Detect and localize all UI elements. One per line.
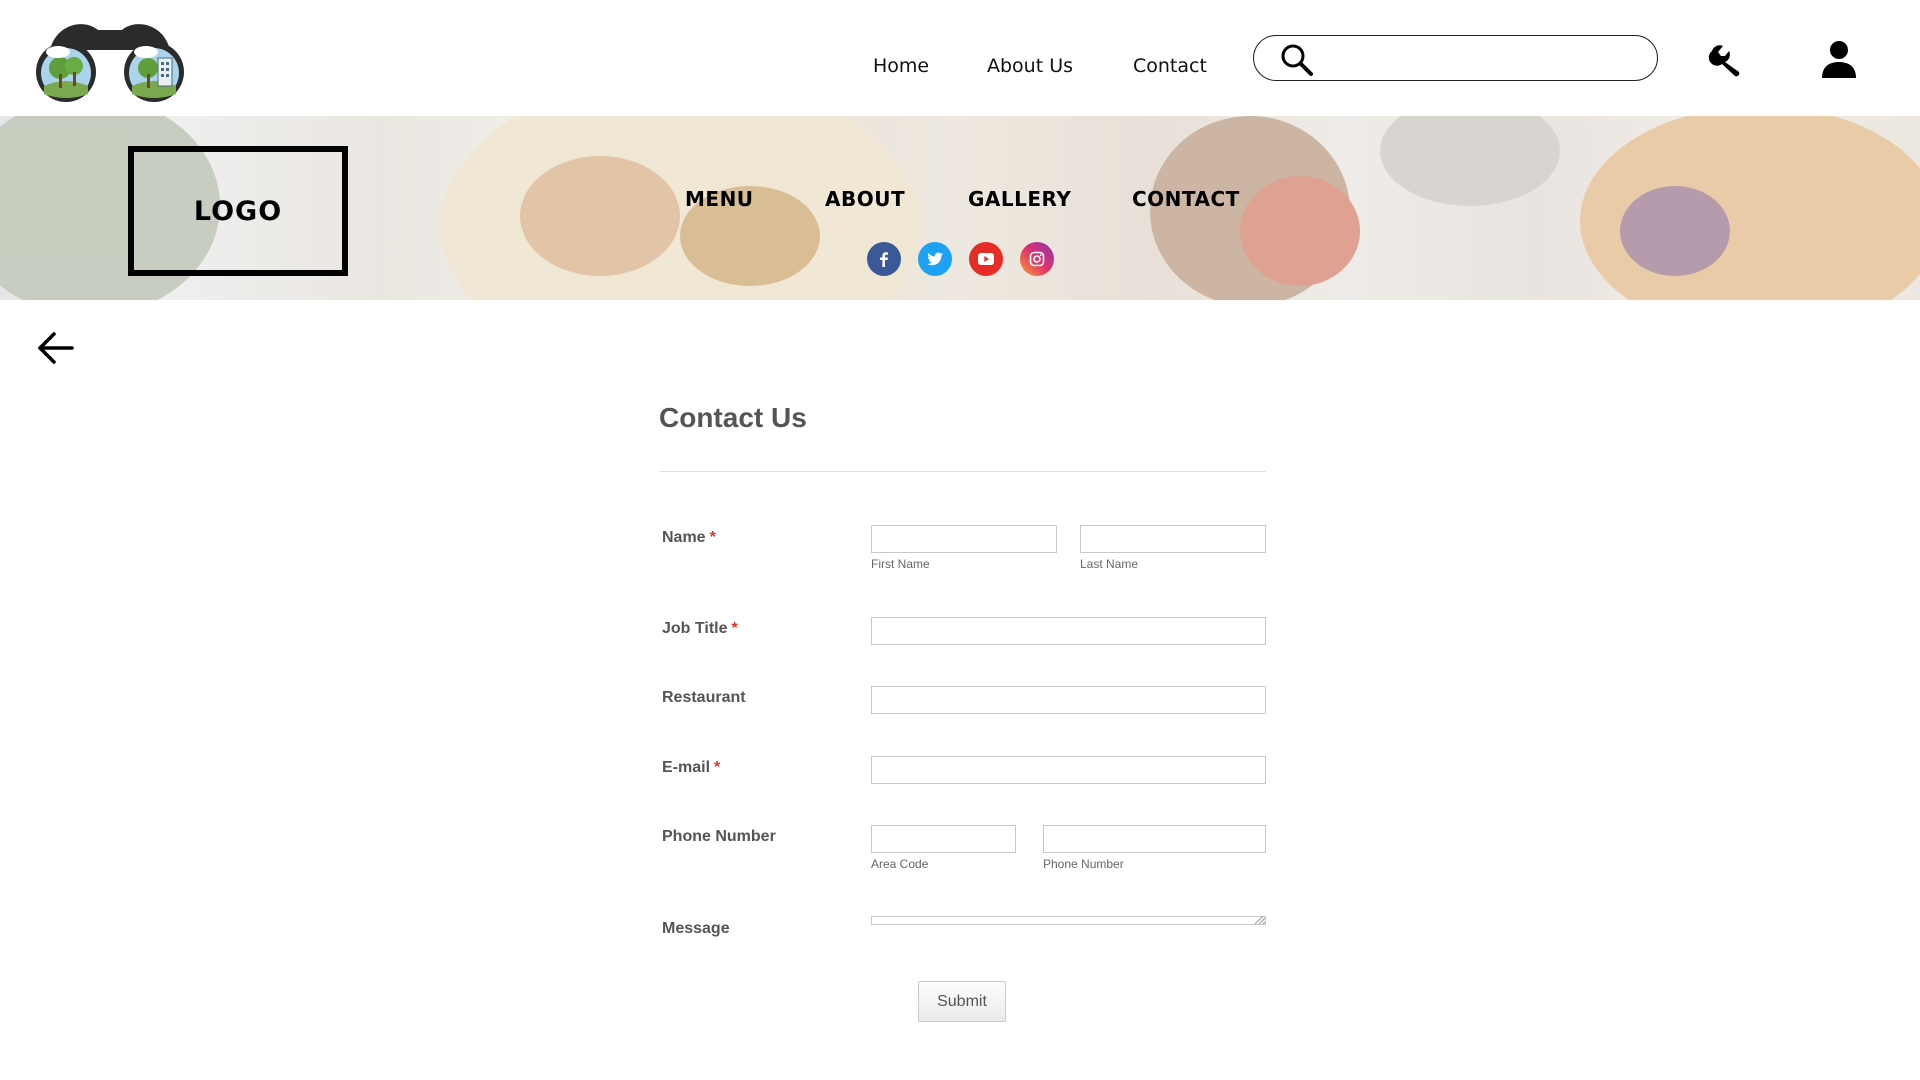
email-label: E-mail * [662, 759, 720, 777]
binoculars-logo-icon[interactable] [36, 16, 184, 106]
last-name-sublabel: Last Name [1080, 557, 1139, 571]
submit-button[interactable]: Submit [918, 981, 1006, 1022]
nav-about-us-link[interactable]: About Us [987, 54, 1073, 78]
message-label: Message [662, 920, 730, 937]
area-code-input[interactable] [871, 825, 1016, 853]
phone-number-sublabel: Phone Number [1043, 857, 1124, 871]
site-logo-placeholder[interactable]: LOGO [128, 146, 348, 276]
restaurant-input[interactable] [871, 686, 1266, 714]
nav-contact-link[interactable]: Contact [1133, 54, 1207, 78]
nav-home-link[interactable]: Home [873, 54, 929, 78]
required-mark: * [714, 759, 721, 776]
first-name-sublabel: First Name [871, 557, 930, 571]
phone-number-input[interactable] [1043, 825, 1266, 853]
area-code-sublabel: Area Code [871, 857, 929, 871]
job-title-input[interactable] [871, 617, 1266, 645]
user-account-icon[interactable] [1820, 40, 1858, 78]
search-input[interactable] [1326, 42, 1640, 76]
instagram-icon[interactable] [1020, 242, 1054, 276]
hero-nav-gallery-link[interactable]: GALLERY [968, 187, 1071, 211]
top-bar: Home About Us Contact [0, 0, 1920, 116]
restaurant-label: Restaurant [662, 689, 746, 706]
hero-nav-contact-link[interactable]: CONTACT [1132, 187, 1240, 211]
message-textarea[interactable] [871, 916, 1266, 925]
first-name-input[interactable] [871, 525, 1057, 553]
search-icon[interactable] [1280, 43, 1314, 77]
twitter-icon[interactable] [918, 242, 952, 276]
hero-nav-about-link[interactable]: ABOUT [825, 187, 905, 211]
name-label: Name * [662, 529, 716, 547]
youtube-icon[interactable] [969, 242, 1003, 276]
form-title: Contact Us [659, 402, 807, 433]
back-arrow-icon[interactable] [36, 330, 76, 366]
job-title-label: Job Title * [662, 620, 738, 638]
email-label-text: E-mail [662, 759, 711, 776]
job-title-label-text: Job Title [662, 620, 728, 637]
phone-label: Phone Number [662, 828, 776, 845]
hero-nav-menu-link[interactable]: MENU [685, 187, 754, 211]
last-name-input[interactable] [1080, 525, 1266, 553]
name-label-text: Name [662, 529, 706, 546]
wrench-icon[interactable] [1708, 42, 1744, 78]
required-mark: * [709, 529, 716, 546]
resize-grip-icon[interactable] [1249, 916, 1265, 924]
facebook-icon[interactable] [867, 242, 901, 276]
form-divider [659, 471, 1266, 472]
search-box[interactable] [1253, 35, 1658, 81]
email-input[interactable] [871, 756, 1266, 784]
required-mark: * [731, 620, 738, 637]
